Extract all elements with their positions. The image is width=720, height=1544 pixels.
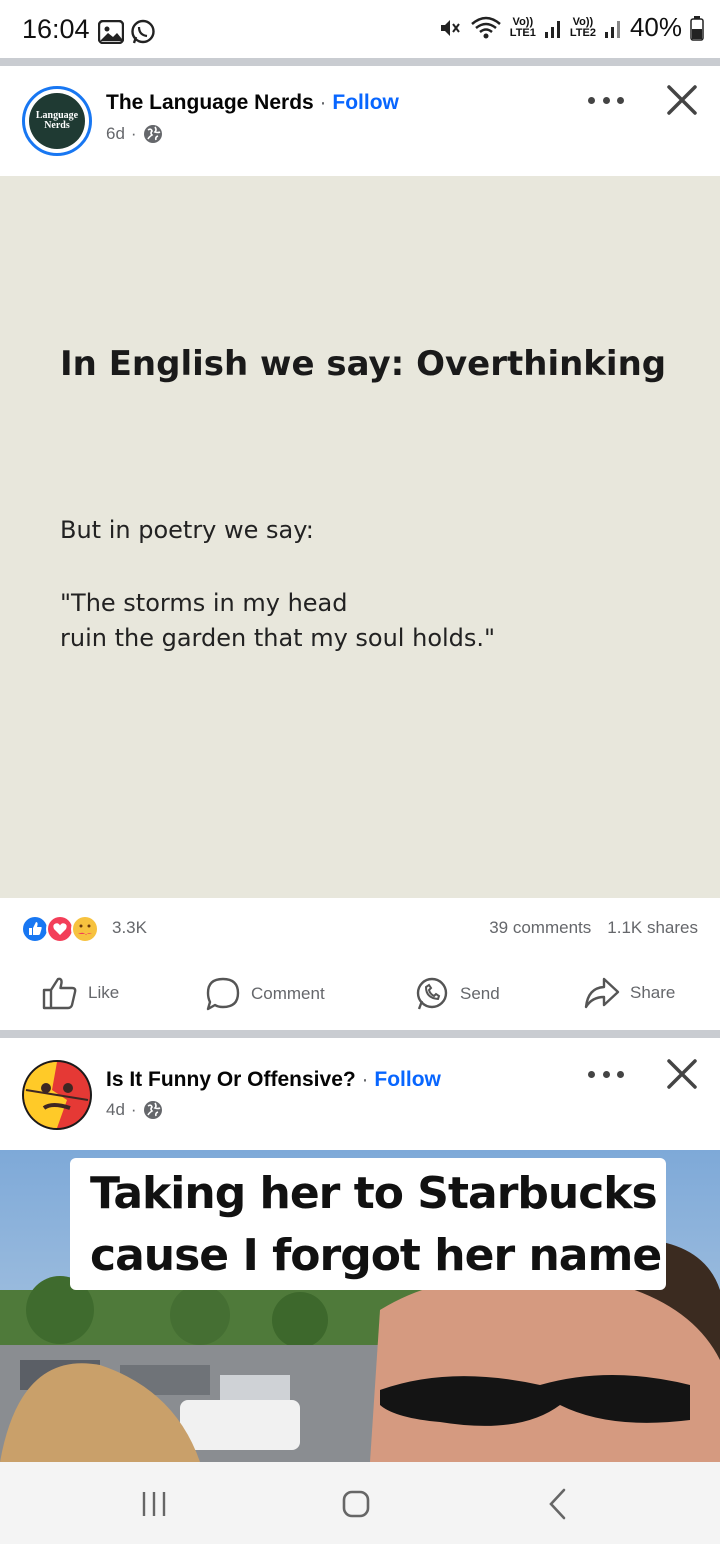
home-icon[interactable] xyxy=(336,1484,376,1524)
share-button[interactable]: Share xyxy=(584,976,675,1010)
love-reaction-icon xyxy=(46,915,74,943)
thumbs-up-icon xyxy=(42,977,77,1010)
image-subline: But in poetry we say: xyxy=(60,516,314,544)
avatar[interactable]: Language Nerds xyxy=(22,86,92,156)
globe-icon xyxy=(143,1101,162,1119)
follow-button[interactable]: Follow xyxy=(332,91,399,114)
post-image[interactable]: Taking her to Starbucks cause I forgot h… xyxy=(0,1150,720,1462)
meta-separator: · xyxy=(130,1100,137,1119)
feed-divider xyxy=(0,1030,720,1038)
meta-separator: · xyxy=(130,124,137,143)
more-options-icon[interactable] xyxy=(588,90,624,110)
reaction-count[interactable]: 3.3K xyxy=(112,918,147,938)
whatsapp-icon xyxy=(131,19,155,44)
post-time[interactable]: 6d xyxy=(106,124,125,144)
feed-divider xyxy=(0,58,720,66)
image-headline: In English we say: Overthinking xyxy=(60,344,667,384)
comments-count[interactable]: 39 comments xyxy=(489,918,591,938)
emoji-face-icon xyxy=(24,1062,90,1128)
like-button[interactable]: Like xyxy=(42,976,119,1010)
page-name[interactable]: Is It Funny Or Offensive? xyxy=(106,1068,356,1091)
signal-icon xyxy=(544,20,560,38)
page-name-row: Is It Funny Or Offensive? · Follow xyxy=(106,1068,441,1092)
post-image[interactable]: In English we say: Overthinking But in p… xyxy=(0,176,720,898)
meme-caption: Taking her to Starbucks cause I forgot h… xyxy=(70,1158,666,1290)
like-reaction-icon xyxy=(21,915,49,943)
sim2-indicator: Vo)) LTE2 xyxy=(569,15,596,39)
post-meta: 6d · xyxy=(106,124,163,144)
post-header: Language Nerds The Language Nerds · Foll… xyxy=(0,66,720,176)
shares-count[interactable]: 1.1K shares xyxy=(607,918,698,938)
wifi-icon xyxy=(470,16,501,38)
system-nav-bar xyxy=(0,1462,720,1544)
comment-button[interactable]: Comment xyxy=(205,976,325,1012)
status-time: 16:04 xyxy=(22,14,90,44)
page-name[interactable]: The Language Nerds xyxy=(106,91,314,114)
close-icon[interactable] xyxy=(664,1056,700,1092)
globe-icon xyxy=(143,125,162,143)
avatar[interactable] xyxy=(22,1060,92,1130)
share-arrow-icon xyxy=(584,977,620,1009)
reactions-row: 3.3K 39 comments 1.1K shares xyxy=(0,900,720,956)
action-bar: Like Comment Send Share xyxy=(0,960,720,1030)
whatsapp-send-icon xyxy=(416,977,448,1010)
recent-apps-icon[interactable] xyxy=(134,1484,174,1524)
engagement-stats: 39 comments 1.1K shares xyxy=(489,918,698,938)
name-separator: · xyxy=(319,91,327,114)
status-bar: 16:04 Vo)) LTE1 Vo)) LTE2 40% xyxy=(0,0,720,60)
post-time[interactable]: 4d xyxy=(106,1100,125,1120)
close-icon[interactable] xyxy=(664,82,700,118)
reaction-icons[interactable] xyxy=(20,914,110,944)
comment-icon xyxy=(206,977,240,1011)
page-name-row: The Language Nerds · Follow xyxy=(106,91,399,115)
follow-button[interactable]: Follow xyxy=(374,1068,441,1091)
send-button[interactable]: Send xyxy=(414,976,500,1012)
care-reaction-icon xyxy=(71,915,99,943)
name-separator: · xyxy=(361,1068,369,1091)
battery-percent: 40% xyxy=(629,12,682,42)
avatar-logo: Language Nerds xyxy=(29,93,85,149)
battery-icon xyxy=(690,15,704,41)
mute-icon xyxy=(440,19,460,36)
sim1-indicator: Vo)) LTE1 xyxy=(509,15,536,39)
image-quote: "The storms in my head ruin the garden t… xyxy=(60,589,496,652)
post-header: Is It Funny Or Offensive? · Follow 4d · xyxy=(0,1040,720,1150)
gallery-icon xyxy=(98,20,124,44)
more-options-icon[interactable] xyxy=(588,1064,624,1084)
signal-icon xyxy=(604,20,620,38)
back-icon[interactable] xyxy=(538,1484,578,1524)
post-meta: 4d · xyxy=(106,1100,163,1120)
